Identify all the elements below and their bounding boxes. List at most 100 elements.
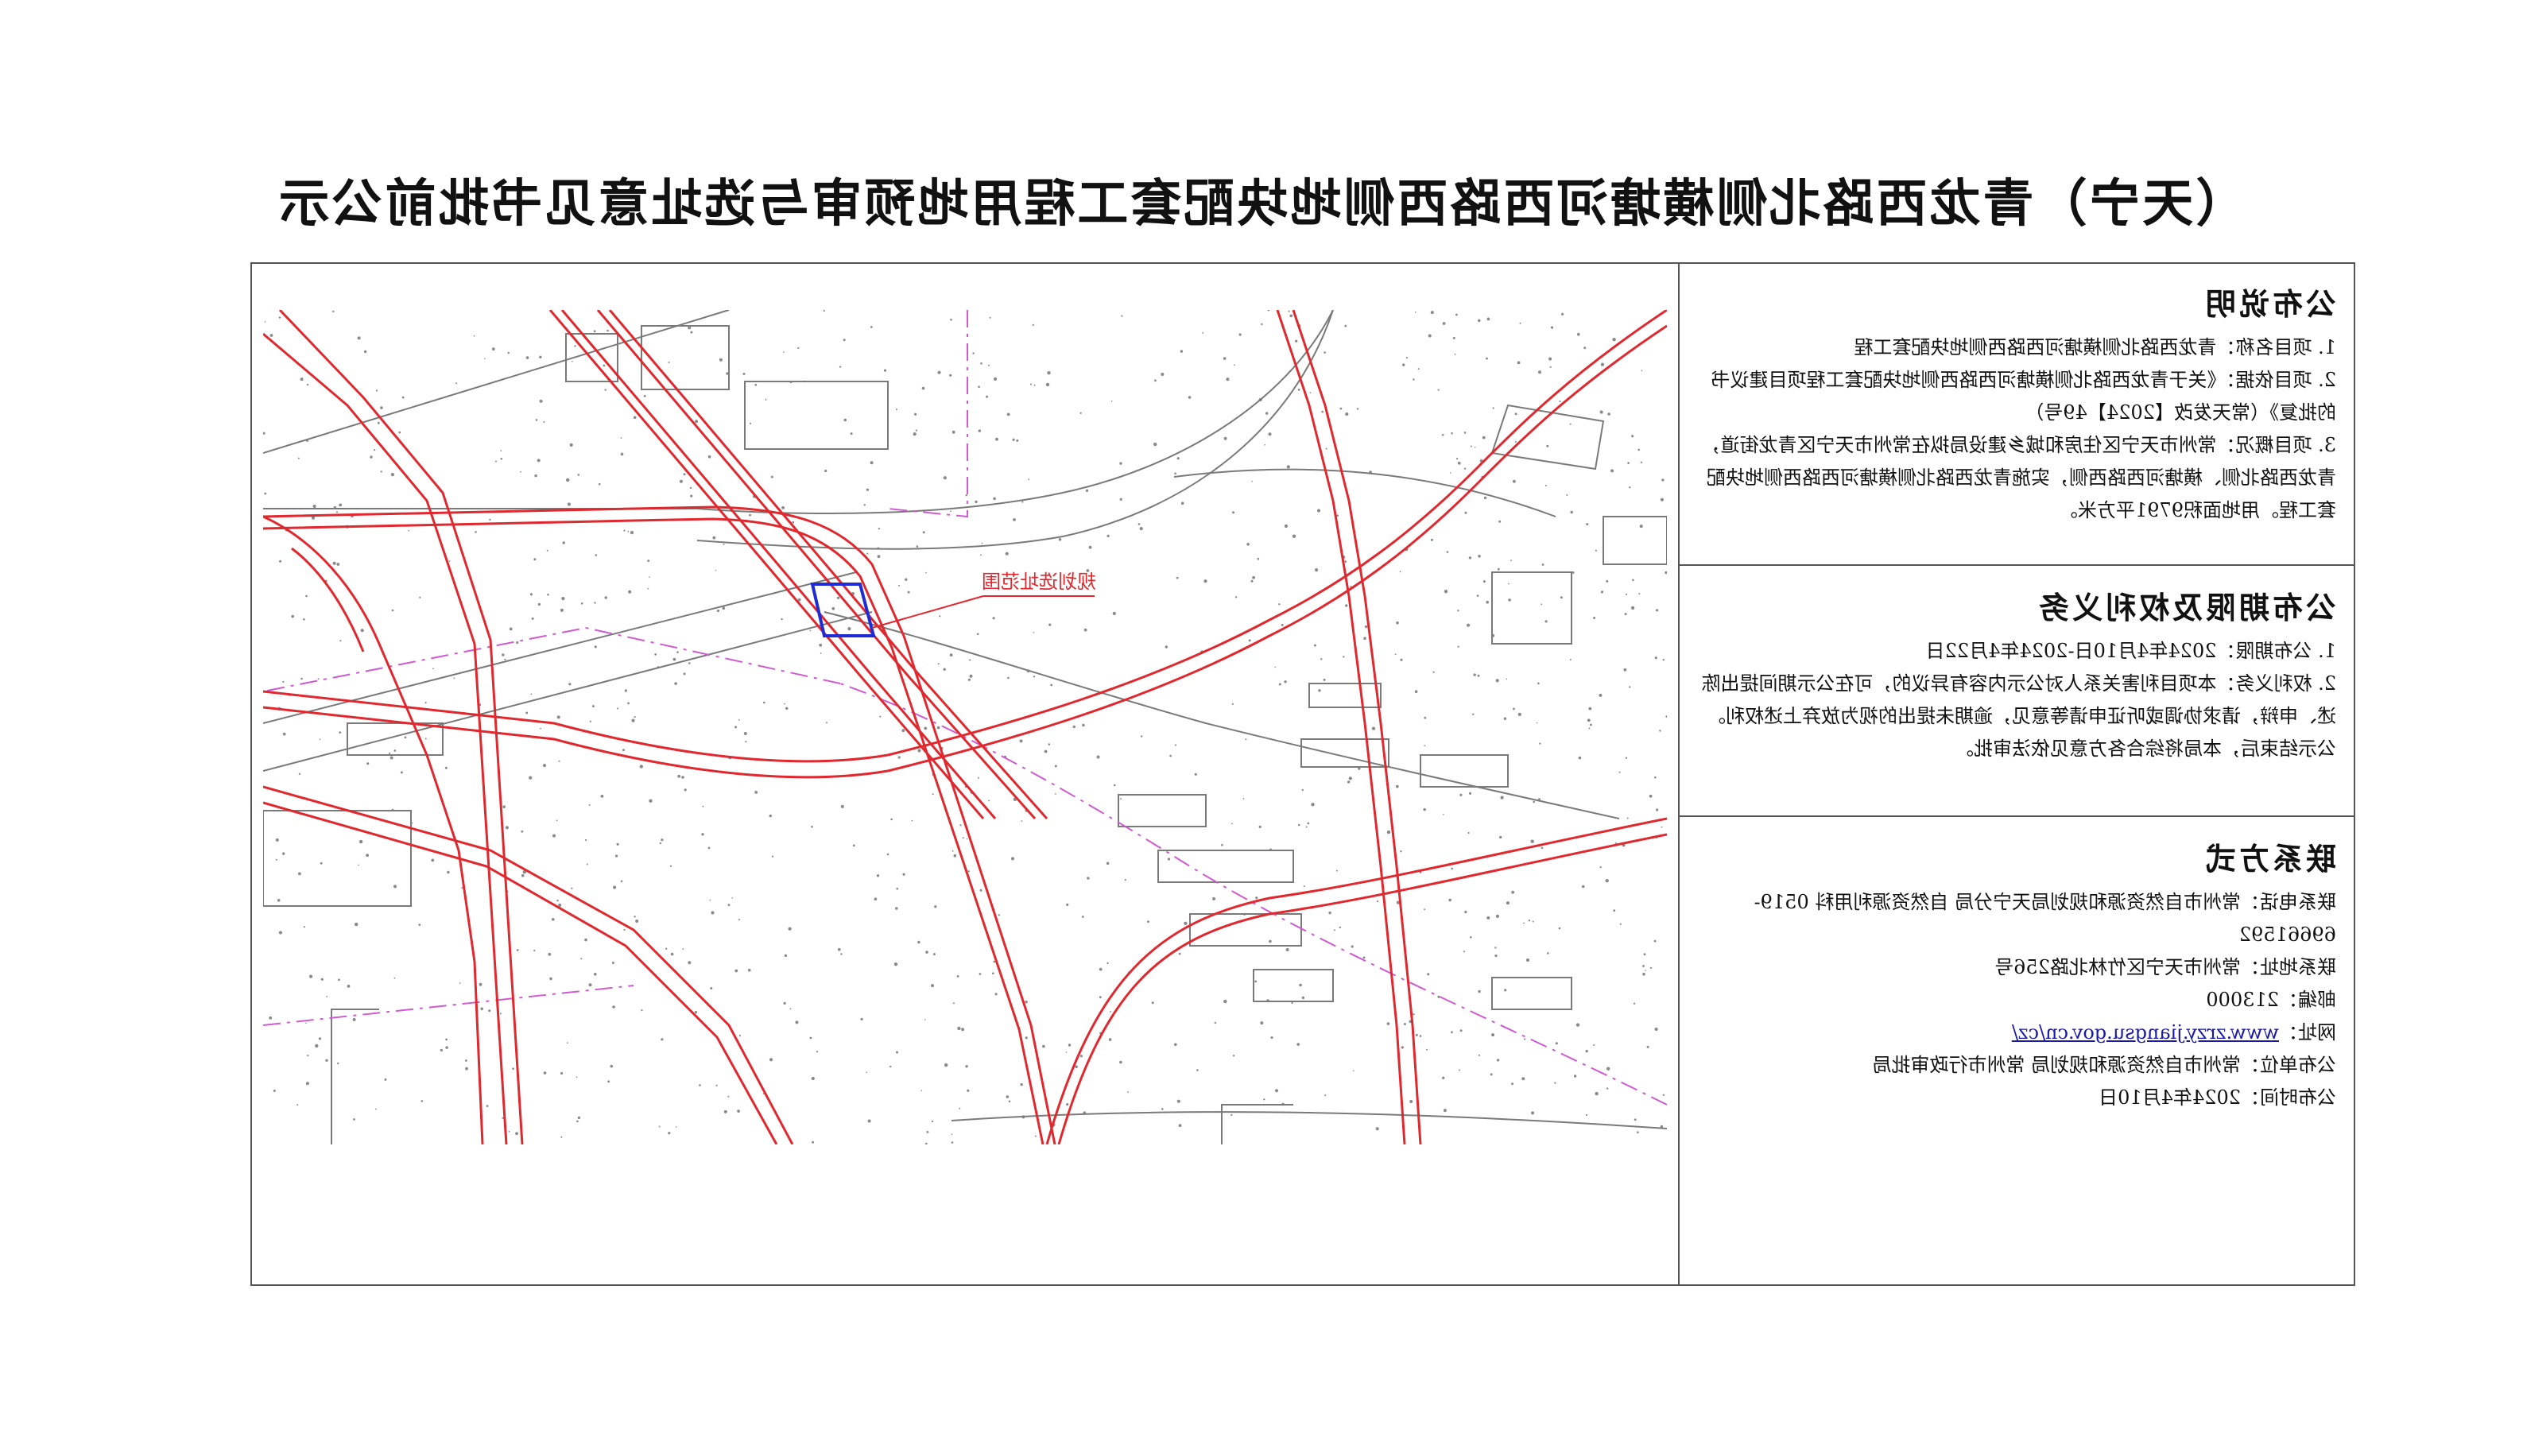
map-speckle-dot	[347, 985, 351, 988]
map-speckle-dot	[424, 738, 427, 740]
map-speckle-dot	[647, 560, 650, 562]
map-speckle-dot	[661, 1038, 664, 1041]
map-speckle-dot	[303, 618, 305, 621]
map-speckle-dot	[546, 549, 548, 552]
project-overview: 3. 项目概况：常州市天宁区住房和城乡建设局拟在常州市天宁区青龙街道，青龙西路北…	[1701, 434, 2336, 521]
map-speckle-dot	[1008, 1100, 1011, 1103]
map-speckle-dot	[1324, 351, 1326, 354]
map-speckle-dot	[795, 1020, 799, 1024]
map-speckle-dot	[338, 978, 340, 982]
map-speckle-dot	[992, 617, 995, 620]
map-speckle-dot	[1532, 920, 1534, 923]
map-speckle-dot	[949, 653, 953, 657]
map-speckle-dot	[992, 972, 994, 974]
map-speckle-dot	[1113, 784, 1116, 787]
map-speckle-dot	[1414, 690, 1418, 693]
map-speckle-dot	[998, 914, 1001, 916]
map-speckle-dot	[1251, 480, 1253, 482]
map-speckle-dot	[571, 887, 573, 889]
map-speckle-dot	[1124, 879, 1126, 881]
map-speckle-dot	[576, 1076, 578, 1078]
map-speckle-dot	[1010, 857, 1015, 861]
map-speckle-dot	[375, 389, 378, 392]
map-speckle-dot	[616, 842, 619, 846]
map-speckle-dot	[1426, 1048, 1428, 1051]
map-speckle-dot	[1536, 722, 1538, 724]
map-speckle-dot	[883, 369, 887, 372]
map-speckle-dot	[525, 356, 529, 359]
website-link[interactable]: www.zrzy.jiangsu.gov.cn/cz/	[2012, 1021, 2279, 1044]
map-speckle-dot	[1395, 784, 1399, 788]
map-speckle-dot	[765, 398, 767, 401]
map-speckle-dot	[688, 662, 691, 664]
map-speckle-dot	[275, 838, 279, 842]
map-speckle-dot	[643, 395, 646, 397]
map-speckle-dot	[363, 350, 367, 354]
map-speckle-dot	[711, 911, 715, 915]
map-speckle-dot	[979, 973, 982, 975]
map-speckle-dot	[1474, 447, 1476, 448]
map-speckle-dot	[540, 727, 541, 730]
map-speckle-dot	[1096, 755, 1100, 759]
map-speckle-dot	[1033, 676, 1036, 678]
map-speckle-dot	[1654, 1027, 1658, 1032]
map-speckle-dot	[965, 1065, 968, 1068]
map-speckle-dot	[1414, 311, 1417, 313]
map-speckle-dot	[969, 674, 973, 678]
map-speckle-dot	[444, 766, 448, 769]
map-speckle-dot	[896, 1051, 898, 1054]
map-speckle-dot	[952, 1002, 955, 1005]
map-speckle-dot	[1188, 396, 1192, 399]
map-speckle-dot	[943, 668, 946, 671]
map-speckle-dot	[1662, 1094, 1665, 1096]
map-speckle-dot	[914, 412, 917, 416]
map-speckle-dot	[1265, 412, 1269, 415]
map-speckle-dot	[907, 591, 910, 594]
map-speckle-dot	[574, 345, 576, 347]
map-speckle-dot	[866, 1071, 867, 1074]
map-speckle-dot	[689, 486, 692, 490]
map-speckle-dot	[1336, 514, 1339, 517]
map-speckle-dot	[1555, 1042, 1558, 1045]
map-speckle-dot	[1268, 432, 1272, 436]
map-speckle-dot	[1486, 317, 1490, 321]
map-speckle-dot	[370, 455, 373, 459]
map-speckle-dot	[1050, 683, 1053, 687]
map-speckle-dot	[556, 900, 559, 902]
map-speckle-dot	[1599, 866, 1602, 869]
map-speckle-dot	[886, 853, 889, 856]
map-speckle-dot	[639, 765, 643, 769]
map-speckle-dot	[924, 726, 928, 730]
map-speckle-dot	[622, 749, 625, 752]
map-speckle-dot	[1525, 958, 1530, 962]
map-speckle-dot	[1079, 412, 1082, 414]
map-speckle-dot	[1559, 400, 1561, 403]
map-speckle-dot	[1659, 730, 1661, 732]
map-speckle-dot	[1223, 999, 1227, 1004]
map-speckle-dot	[298, 773, 301, 775]
map-speckle-dot	[1119, 498, 1122, 501]
map-speckle-dot	[993, 497, 996, 501]
map-speckle-dot	[1437, 389, 1440, 391]
map-speckle-dot	[598, 482, 601, 486]
map-speckle-dot	[1538, 370, 1541, 374]
map-speckle-dot	[516, 949, 519, 951]
map-speckle-dot	[445, 1046, 448, 1049]
map-speckle-dot	[631, 718, 635, 722]
map-speckle-dot	[809, 1036, 812, 1040]
map-speckle-dot	[1281, 623, 1284, 626]
map-speckle-dot	[507, 351, 510, 354]
map-speckle-dot	[986, 395, 989, 398]
map-speckle-dot	[263, 432, 265, 435]
planning-boundary	[263, 310, 1667, 1106]
map-speckle-dot	[1214, 1021, 1216, 1024]
map-speckle-dot	[965, 494, 967, 497]
map-speckle-dot	[1463, 432, 1467, 434]
map-speckle-dot	[1569, 423, 1572, 425]
map-speckle-dot	[1424, 745, 1426, 747]
map-speckle-dot	[594, 645, 597, 649]
map-speckle-dot	[455, 382, 458, 385]
map-speckle-dot	[1629, 686, 1631, 688]
map-speckle-dot	[499, 1013, 502, 1015]
map-speckle-dot	[1020, 1082, 1023, 1086]
